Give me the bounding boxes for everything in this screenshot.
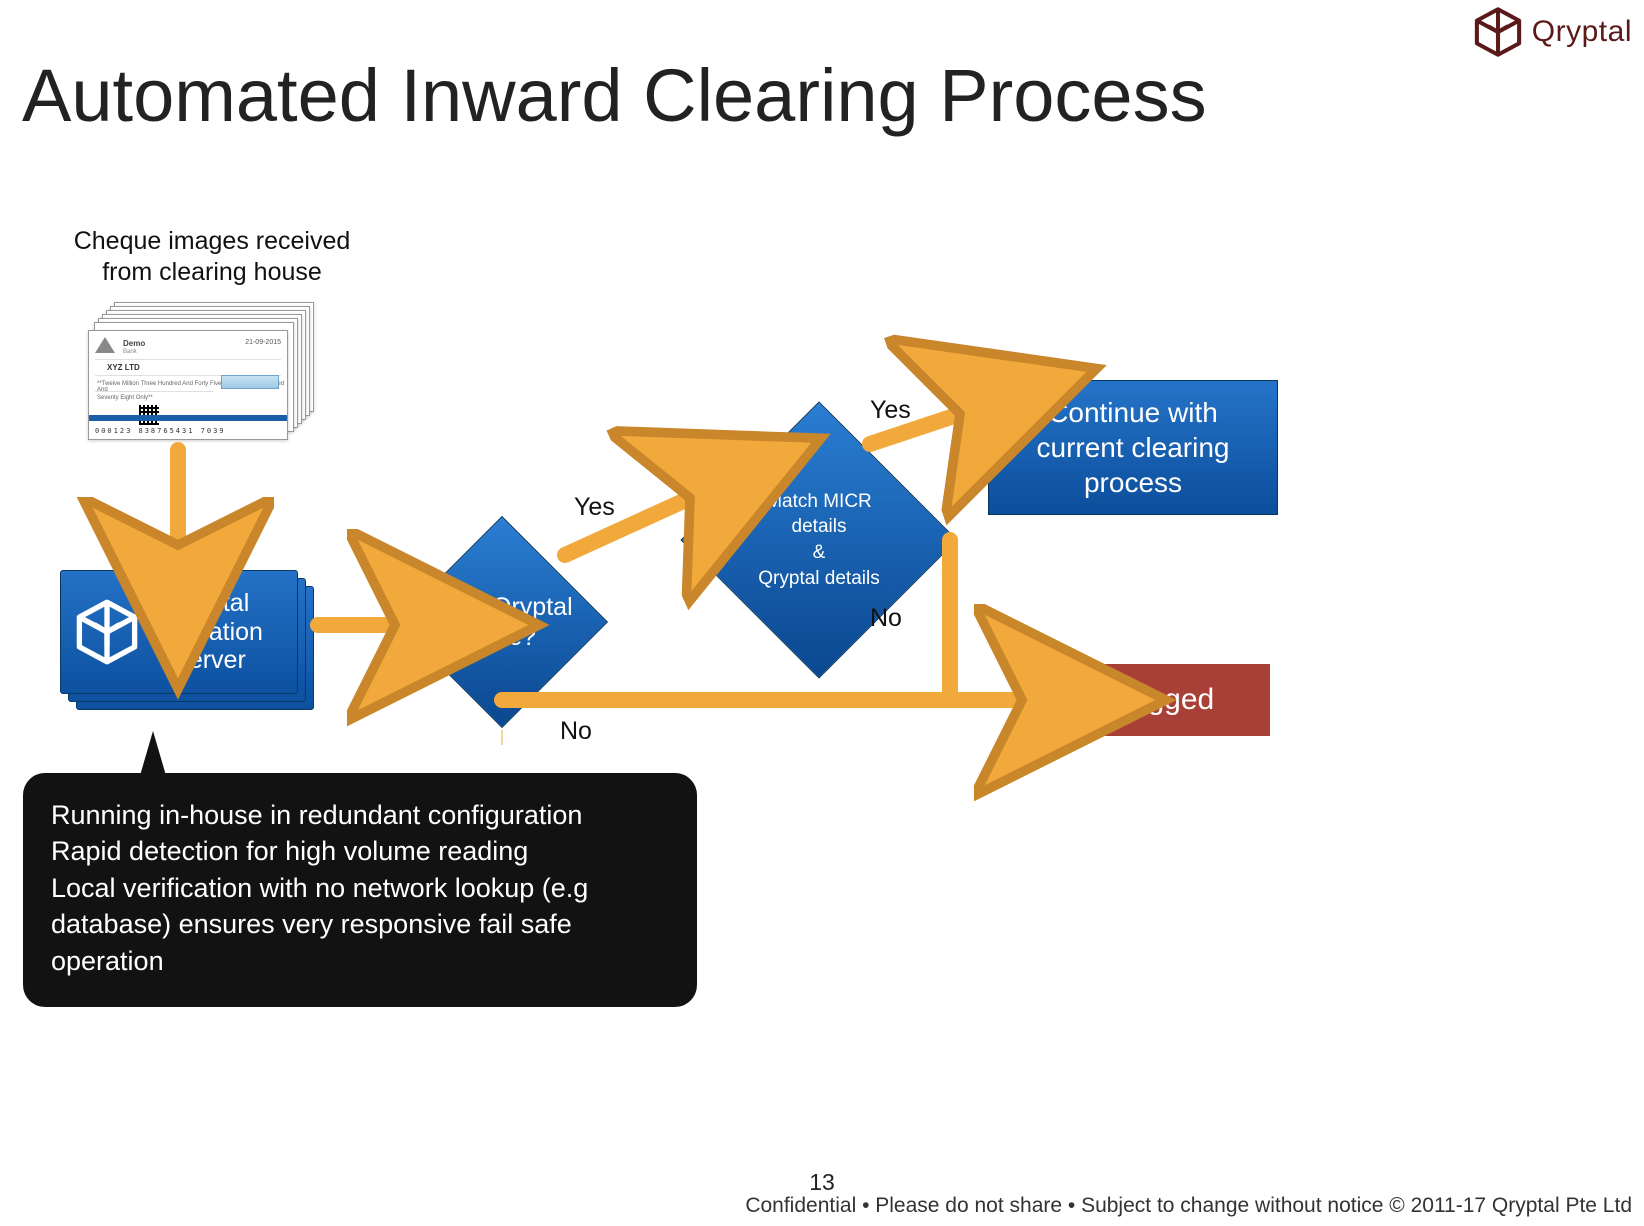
- brand-name: Qryptal: [1532, 15, 1632, 49]
- cheque-amount-words-2: Seventy Eight Only**: [97, 395, 153, 401]
- callout-line: Local verification with no network looku…: [51, 870, 669, 906]
- slide-title: Automated Inward Clearing Process: [22, 53, 1207, 138]
- cheque-date: 21-09-2015: [245, 339, 281, 346]
- edge-label-no: No: [560, 717, 592, 746]
- edge-label-yes: Yes: [574, 493, 615, 522]
- footer-text: Confidential • Please do not share • Sub…: [745, 1194, 1632, 1218]
- cheque-front: Demo Bank 21-09-2015 XYZ LTD **Twelve Mi…: [88, 330, 288, 440]
- callout-line: Rapid detection for high volume reading: [51, 833, 669, 869]
- callout-line: database) ensures very responsive fail s…: [51, 906, 669, 979]
- edge-label-no: No: [870, 604, 902, 633]
- page-number: 13: [809, 1169, 835, 1196]
- qryptal-cube-icon: [1472, 6, 1524, 58]
- server-callout: Running in-house in redundant configurat…: [23, 773, 697, 1007]
- continue-process-node: Continue with current clearing process: [988, 380, 1278, 515]
- cheque-bank-name: Demo: [123, 339, 145, 348]
- cheque-stack: Demo Bank 21-09-2015 XYZ LTD **Twelve Mi…: [88, 302, 308, 450]
- decision-valid-code: Valid Qryptal code?: [396, 516, 608, 728]
- decision-match-details: Match MICR details & Qryptal details: [680, 401, 957, 678]
- cheque-payee: XYZ LTD: [107, 363, 140, 372]
- flagged-node: Flagged: [1050, 664, 1270, 736]
- cheque-micr: 000123 838765431 7039: [95, 427, 226, 435]
- validation-server-label: Qryptal Validation Server: [155, 589, 263, 675]
- brand-logo: Qryptal: [1472, 6, 1632, 58]
- qryptal-cube-icon: [73, 598, 141, 666]
- callout-line: Running in-house in redundant configurat…: [51, 797, 669, 833]
- edge-label-yes: Yes: [870, 396, 911, 425]
- cheque-stack-label: Cheque images received from clearing hou…: [52, 226, 372, 289]
- cheque-bank-sub: Bank: [123, 349, 137, 355]
